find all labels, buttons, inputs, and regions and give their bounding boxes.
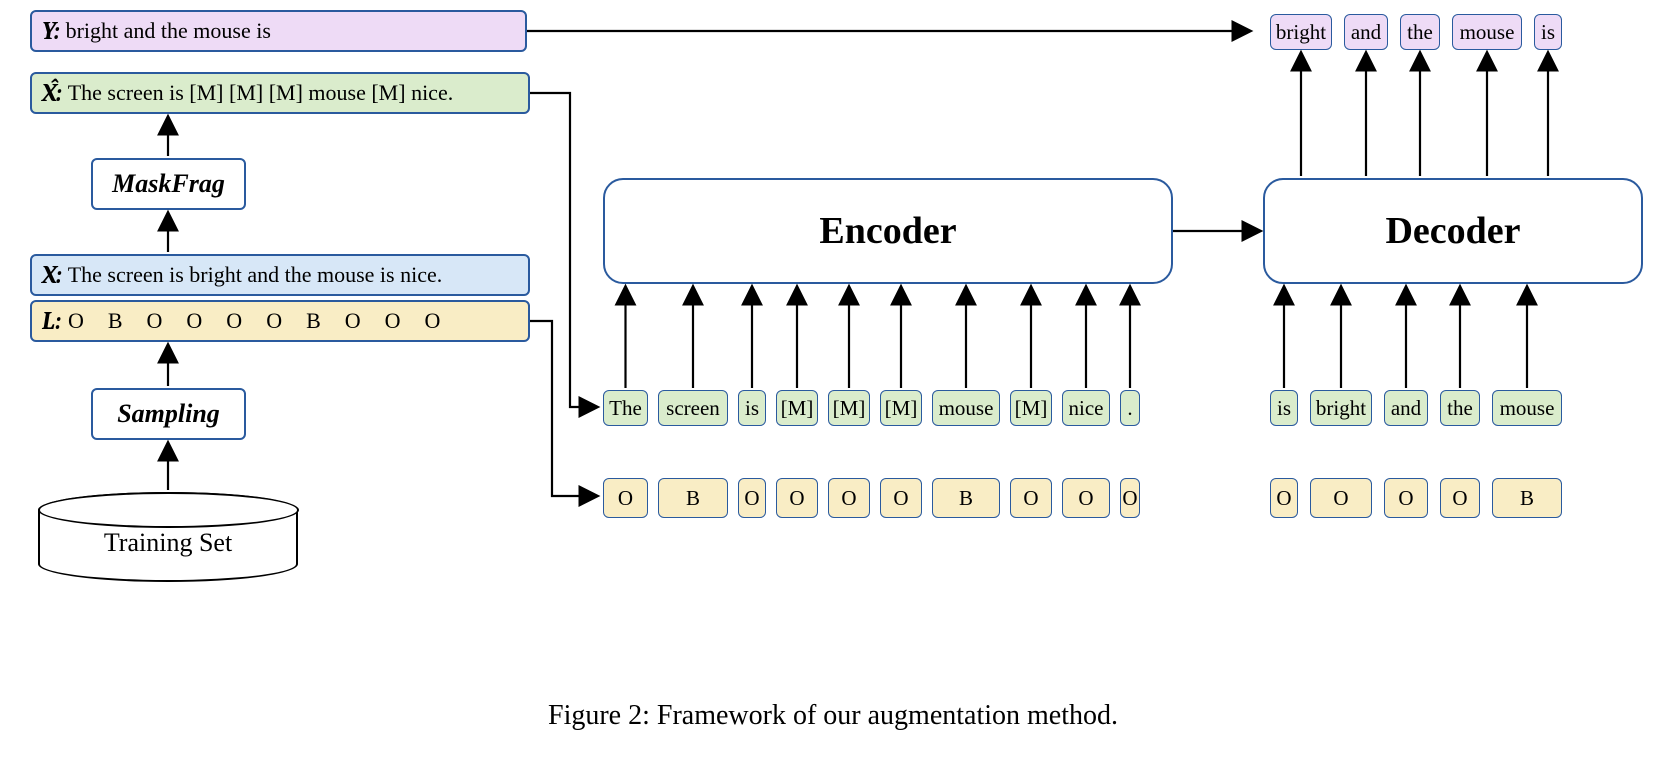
encoder-token: nice [1062,390,1110,426]
decoder-input-token: mouse [1492,390,1562,426]
y-prefix: Y [42,17,55,46]
encoder-token: [M] [1010,390,1052,426]
y-text: bright and the mouse is [66,18,271,44]
encoder-token: mouse [932,390,1000,426]
encoder-tag: O [738,478,766,518]
figure-caption: Figure 2: Framework of our augmentation … [0,700,1666,732]
encoder-token: . [1120,390,1140,426]
encoder-token: [M] [880,390,922,426]
l-prefix: L [42,307,56,336]
encoder-token: The [603,390,648,426]
encoder-tag: O [880,478,922,518]
decoder-input-tag: B [1492,478,1562,518]
x-row: X: The screen is bright and the mouse is… [30,254,530,296]
encoder-tag: O [1062,478,1110,518]
x-prefix: X [42,261,57,290]
encoder-tag: O [603,478,648,518]
decoder-input-token: and [1384,390,1428,426]
encoder-tag: B [658,478,728,518]
y-row: Y: bright and the mouse is [30,10,527,52]
encoder-block: Encoder [603,178,1173,284]
decoder-output-token: and [1344,14,1388,50]
decoder-input-tag: O [1384,478,1428,518]
decoder-input-tag: O [1440,478,1480,518]
encoder-token: [M] [828,390,870,426]
maskfrag-block: MaskFrag [91,158,246,210]
encoder-tag: O [1010,478,1052,518]
decoder-input-token: the [1440,390,1480,426]
xhat-prefix: X̂ [42,79,57,108]
decoder-output-token: mouse [1452,14,1522,50]
decoder-input-tag: O [1270,478,1298,518]
decoder-output-token: is [1534,14,1562,50]
x-text: The screen is bright and the mouse is ni… [68,262,443,288]
encoder-token: [M] [776,390,818,426]
decoder-output-token: the [1400,14,1440,50]
sampling-block: Sampling [91,388,246,440]
decoder-block: Decoder [1263,178,1643,284]
encoder-tag: B [932,478,1000,518]
decoder-output-token: bright [1270,14,1332,50]
l-text: O B O O O O B O O O [68,308,441,334]
decoder-input-token: bright [1310,390,1372,426]
encoder-tag: O [1120,478,1140,518]
l-row: L: O B O O O O B O O O [30,300,530,342]
decoder-input-token: is [1270,390,1298,426]
encoder-tag: O [776,478,818,518]
xhat-text: The screen is [M] [M] [M] mouse [M] nice… [68,80,454,106]
training-set-cylinder: Training Set [38,492,298,582]
xhat-row: X̂: The screen is [M] [M] [M] mouse [M] … [30,72,530,114]
encoder-token: screen [658,390,728,426]
encoder-token: is [738,390,766,426]
encoder-tag: O [828,478,870,518]
decoder-input-tag: O [1310,478,1372,518]
